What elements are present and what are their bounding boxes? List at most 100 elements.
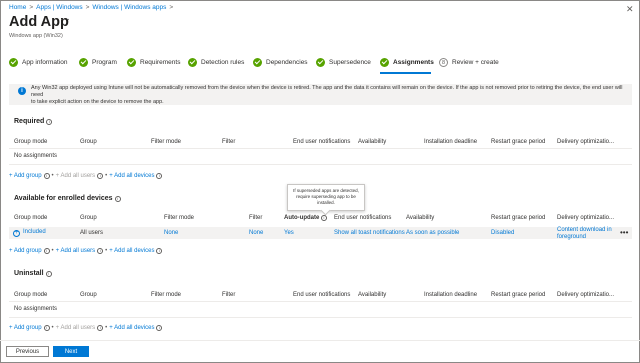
breadcrumb-home[interactable]: Home	[9, 4, 26, 11]
info-circle-icon[interactable]: i	[114, 195, 121, 202]
page-subtitle: Windows app (Win32)	[9, 33, 63, 39]
tab-program[interactable]: Program	[79, 58, 117, 67]
add-group-link[interactable]: + Add group	[9, 173, 42, 179]
divider	[9, 317, 632, 318]
footer-divider	[0, 340, 640, 341]
col-end-user-notifications: End user notifications	[293, 139, 351, 145]
breadcrumb-apps-windows[interactable]: Apps | Windows	[36, 4, 82, 11]
tab-supersedence[interactable]: Supersedence	[316, 58, 371, 67]
active-tab-indicator	[380, 72, 431, 74]
row-more-icon[interactable]: •••	[620, 228, 628, 237]
col-restart-grace-period: Restart grace period	[491, 139, 546, 145]
group-mode-value: Included	[23, 229, 46, 235]
check-icon	[380, 58, 389, 67]
info-circle-icon[interactable]: i	[43, 248, 50, 254]
col-installation-deadline: Installation deadline	[424, 139, 478, 145]
add-all-devices-link[interactable]: + Add all devices	[109, 248, 154, 254]
info-icon: i	[18, 87, 26, 95]
empty-state: No assignments	[14, 153, 58, 159]
info-circle-icon[interactable]: i	[97, 325, 104, 331]
empty-state: No assignments	[14, 306, 58, 312]
tab-app-information[interactable]: App information	[9, 58, 68, 67]
section-title-uninstall: Uninstall i	[14, 270, 52, 277]
window-frame	[0, 0, 640, 363]
section-title-available: Available for enrolled devices i	[14, 195, 121, 202]
previous-button[interactable]: Previous	[6, 346, 49, 357]
breadcrumb-windows-apps[interactable]: Windows | Windows apps	[92, 4, 166, 11]
info-circle-icon[interactable]: i	[46, 118, 53, 125]
info-circle-icon[interactable]: i	[156, 173, 163, 179]
more-options-icon[interactable]: ···	[60, 14, 70, 25]
info-circle-icon[interactable]: i	[43, 173, 50, 179]
step-label: Dependencies	[266, 59, 308, 66]
col-filter: Filter	[249, 215, 263, 221]
col-delivery-optimization: Delivery optimizatio...	[557, 215, 615, 221]
col-group-mode: Group mode	[14, 139, 48, 145]
add-all-users-link: + Add all users	[55, 325, 96, 331]
col-group: Group	[80, 215, 97, 221]
close-icon[interactable]: ✕	[626, 4, 634, 15]
check-icon	[253, 58, 262, 67]
group-cell: All users	[80, 230, 104, 236]
tab-assignments[interactable]: Assignments	[380, 58, 434, 67]
info-circle-icon[interactable]: i	[156, 248, 163, 254]
check-icon	[9, 58, 18, 67]
divider	[9, 164, 632, 165]
step-label: Supersedence	[329, 59, 371, 66]
group-mode-cell[interactable]: + Included	[13, 229, 46, 237]
restart-cell[interactable]: Disabled	[491, 230, 514, 236]
delivery-cell-line2[interactable]: foreground	[557, 234, 586, 240]
step-label: Program	[92, 59, 117, 66]
step-number-icon: 8	[439, 58, 448, 67]
auto-update-tooltip: If superseded apps are detected, require…	[287, 184, 365, 211]
tab-requirements[interactable]: Requirements	[127, 58, 180, 67]
info-circle-icon[interactable]: i	[43, 325, 50, 331]
col-auto-update: Auto-update	[284, 215, 320, 221]
auto-update-cell[interactable]: Yes	[284, 230, 294, 236]
add-all-devices-link[interactable]: + Add all devices	[109, 173, 154, 179]
info-circle-icon[interactable]: i	[321, 215, 327, 221]
check-icon	[79, 58, 88, 67]
add-all-users-link[interactable]: + Add all users	[56, 248, 96, 254]
info-text-line2: to take explicit action on the device to…	[31, 99, 164, 105]
col-filter-mode: Filter mode	[164, 215, 195, 221]
availability-cell[interactable]: As soon as possible	[406, 230, 459, 236]
breadcrumb: Home > Apps | Windows > Windows | Windows ap…	[9, 4, 174, 11]
section-title-required: Required i	[14, 118, 53, 125]
info-circle-icon[interactable]: i	[156, 325, 163, 331]
add-all-devices-link[interactable]: + Add all devices	[109, 325, 154, 331]
info-circle-icon[interactable]: i	[45, 270, 52, 277]
info-circle-icon[interactable]: i	[97, 173, 104, 179]
col-availability: Availability	[406, 215, 435, 221]
next-button[interactable]: Next	[53, 346, 89, 357]
tab-dependencies[interactable]: Dependencies	[253, 58, 308, 67]
filter-cell[interactable]: None	[249, 230, 263, 236]
add-group-link[interactable]: + Add group	[9, 248, 42, 254]
col-availability: Availability	[358, 292, 387, 298]
uninstall-add-actions: + Add group i • + Add all users i • + Add all …	[9, 325, 163, 331]
step-label: Review + create	[452, 59, 499, 66]
tab-detection-rules[interactable]: Detection rules	[188, 58, 244, 67]
col-end-user-notifications: End user notifications	[293, 292, 351, 298]
notifications-cell[interactable]: Show all toast notifications	[334, 230, 405, 236]
tab-review-create[interactable]: 8 Review + create	[439, 58, 499, 67]
info-banner: i Any Win32 app deployed using Intune wi…	[9, 84, 632, 105]
check-icon	[127, 58, 136, 67]
col-filter: Filter	[222, 292, 236, 298]
check-icon	[316, 58, 325, 67]
section-title-text: Available for enrolled devices	[14, 195, 113, 202]
filter-mode-cell[interactable]: None	[164, 230, 178, 236]
col-group-mode: Group mode	[14, 292, 48, 298]
step-label: Detection rules	[201, 59, 245, 66]
col-filter: Filter	[222, 139, 236, 145]
col-group-mode: Group mode	[14, 215, 48, 221]
add-group-link[interactable]: + Add group	[9, 325, 42, 331]
section-title-text: Uninstall	[14, 270, 44, 277]
divider	[9, 301, 632, 302]
col-end-user-notifications: End user notifications	[334, 215, 392, 221]
delivery-cell[interactable]: Content download in	[557, 227, 612, 233]
plus-circle-icon: +	[13, 230, 20, 237]
info-circle-icon[interactable]: i	[97, 248, 104, 254]
step-label: Requirements	[140, 59, 181, 66]
col-delivery-optimization: Delivery optimizatio...	[557, 292, 615, 298]
